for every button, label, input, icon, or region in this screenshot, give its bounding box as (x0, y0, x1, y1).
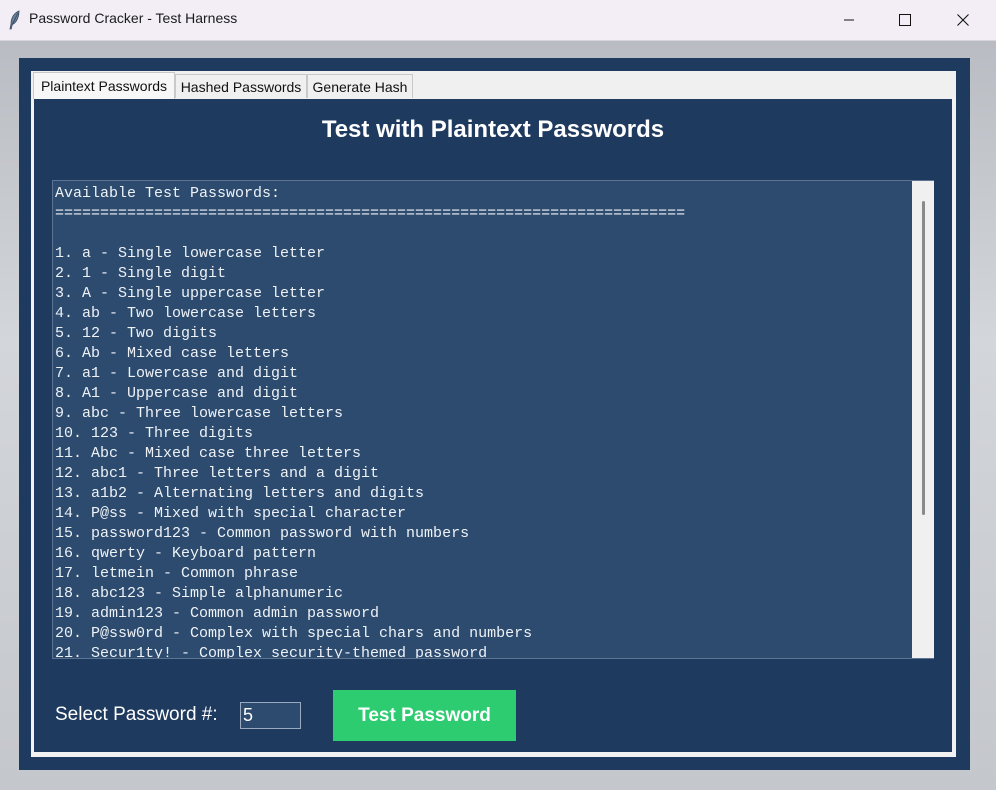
password-list-line: 4. ab - Two lowercase letters (55, 305, 317, 322)
tab-plaintext-passwords[interactable]: Plaintext Passwords (33, 72, 175, 99)
password-list-line: 21. Secur1ty! - Complex security-themed … (55, 645, 488, 659)
password-list-line: 14. P@ss - Mixed with special character (55, 505, 407, 522)
close-icon (957, 14, 969, 26)
test-password-button[interactable]: Test Password (333, 690, 516, 741)
password-list-line: 9. abc - Three lowercase letters (55, 405, 344, 422)
password-list-line: 7. a1 - Lowercase and digit (55, 365, 299, 382)
tab-generate-hash[interactable]: Generate Hash (307, 74, 413, 98)
scrollbar-thumb[interactable] (922, 201, 925, 515)
panel-title: Test with Plaintext Passwords (321, 116, 665, 143)
password-list-line: 15. password123 - Common password with n… (55, 525, 470, 542)
vertical-scrollbar[interactable] (912, 181, 934, 658)
password-number-input[interactable] (240, 702, 301, 729)
password-list-line: Available Test Passwords: (55, 185, 281, 202)
password-list-line: 18. abc123 - Simple alphanumeric (55, 585, 344, 602)
password-list-line: 3. A - Single uppercase letter (55, 285, 326, 302)
minimize-button[interactable] (820, 0, 878, 40)
minimize-icon (844, 19, 854, 21)
password-list-line: ========================================… (55, 205, 686, 222)
password-list-line: 2. 1 - Single digit (55, 265, 227, 282)
window-title: Password Cracker - Test Harness (29, 10, 238, 26)
close-button[interactable] (934, 0, 992, 40)
password-list-line: 12. abc1 - Three letters and a digit (55, 465, 380, 482)
select-password-label: Select Password #: (55, 704, 218, 725)
password-list-line: 10. 123 - Three digits (55, 425, 254, 442)
password-list-line: 20. P@ssw0rd - Complex with special char… (55, 625, 533, 642)
feather-icon (8, 10, 22, 30)
password-list-line: 6. Ab - Mixed case letters (55, 345, 290, 362)
password-list-line: 16. qwerty - Keyboard pattern (55, 545, 317, 562)
maximize-button[interactable] (876, 0, 934, 40)
password-list-line: 5. 12 - Two digits (55, 325, 218, 342)
password-list-line: 1. a - Single lowercase letter (55, 245, 326, 262)
title-bar: Password Cracker - Test Harness (0, 0, 996, 41)
maximize-icon (899, 14, 911, 26)
password-list-line: 13. a1b2 - Alternating letters and digit… (55, 485, 425, 502)
password-list-line (55, 224, 685, 244)
password-list-line: 8. A1 - Uppercase and digit (55, 385, 299, 402)
password-list-line: 17. letmein - Common phrase (55, 565, 299, 582)
tab-hashed-passwords[interactable]: Hashed Passwords (175, 74, 307, 98)
password-list-line: 19. admin123 - Common admin password (55, 605, 380, 622)
password-list-content: Available Test Passwords: ===============… (55, 184, 686, 659)
password-list-line: 11. Abc - Mixed case three letters (55, 445, 362, 462)
password-list-textarea[interactable]: Available Test Passwords: ===============… (52, 180, 934, 659)
